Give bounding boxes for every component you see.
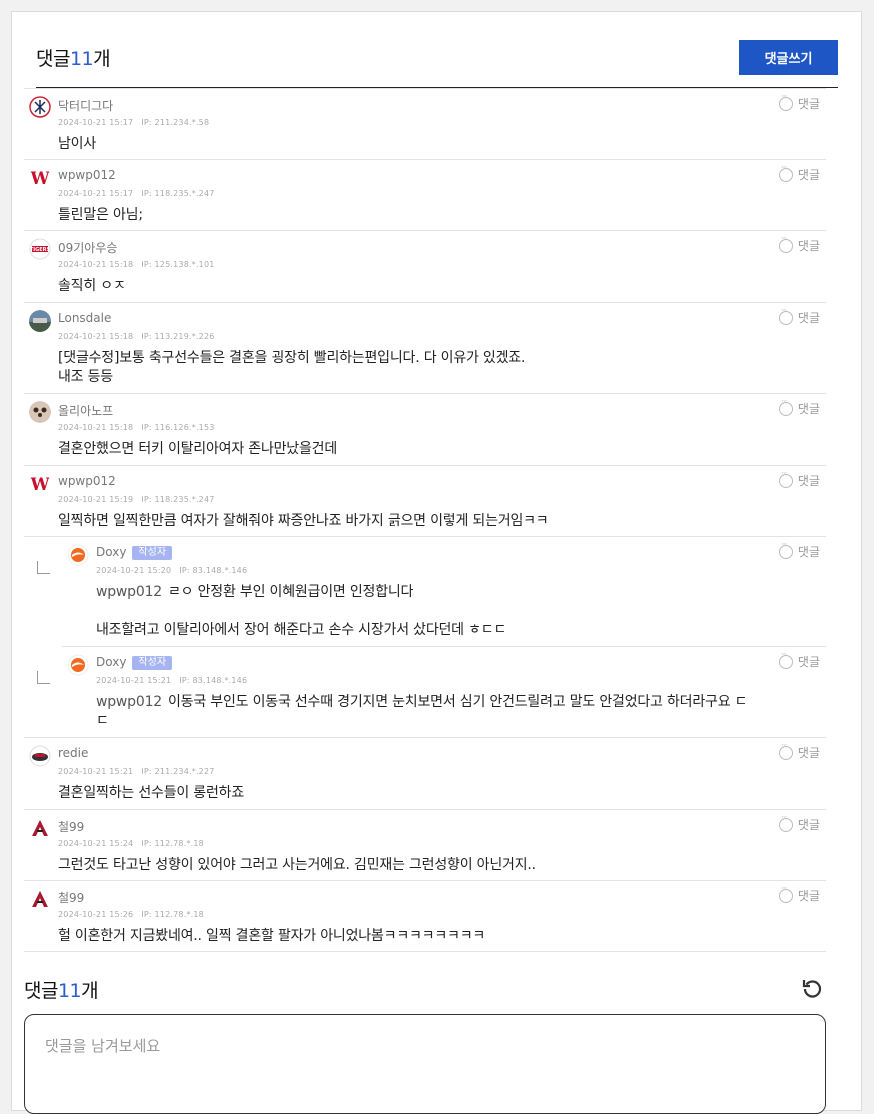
refresh-icon[interactable] — [800, 976, 824, 1000]
comment-count: 11 — [69, 48, 94, 70]
comment-item: W wpwp012 2024-10-21 15:19 IP: 118.235.*.… — [24, 465, 826, 536]
comment-meta: 2024-10-21 15:24 IP: 112.78.*.18 — [58, 839, 204, 848]
comment-author[interactable]: wpwp012 — [58, 168, 116, 182]
title-suffix: 개 — [93, 48, 111, 70]
comment-list: 닥터디그다 2024-10-21 15:17 IP: 211.234.*.58 남… — [24, 88, 826, 952]
chat-bubble-icon — [778, 813, 793, 832]
comment-item: redie 2024-10-21 15:21 IP: 211.234.*.227 … — [24, 737, 826, 809]
reply-arrow-icon — [37, 671, 50, 684]
chat-bubble-icon — [778, 884, 793, 903]
comment-meta: 2024-10-21 15:20 IP: 83.148.*.146 — [96, 566, 248, 575]
comment-text: 결혼안했으면 터키 이탈리아여자 존나만났을건데 — [58, 441, 338, 457]
yankees-logo-icon — [29, 96, 51, 118]
panda-avatar-icon — [29, 401, 51, 423]
write-comment-button[interactable]: 댓글쓰기 — [739, 40, 838, 75]
comment-title: 댓글11개 — [36, 44, 111, 71]
comment-item: 닥터디그다 2024-10-21 15:17 IP: 211.234.*.58 남… — [24, 88, 826, 159]
swirl-logo-icon — [67, 654, 89, 676]
comment-meta: 2024-10-21 15:18 IP: 125.138.*.101 — [58, 260, 215, 269]
reply-button[interactable]: 댓글 — [778, 163, 820, 183]
comment-meta: 2024-10-21 15:18 IP: 116.126.*.153 — [58, 423, 215, 432]
racecar-avatar-icon — [29, 745, 51, 767]
reply-button[interactable]: 댓글 — [778, 306, 820, 326]
comment-item: TIGERS 09기아우승 2024-10-21 15:18 IP: 125.13… — [24, 230, 826, 302]
comment-meta: 2024-10-21 15:18 IP: 113.219.*.226 — [58, 332, 215, 341]
comment-item: 철99 2024-10-21 15:26 IP: 112.78.*.18 헐 이혼… — [24, 880, 826, 952]
reply-button[interactable]: 댓글 — [778, 397, 820, 417]
chat-bubble-icon — [778, 540, 793, 559]
comment-author[interactable]: 철99 — [58, 889, 84, 906]
author-badge: 작성자 — [132, 546, 173, 560]
comment-item: Lonsdale 2024-10-21 15:18 IP: 113.219.*.2… — [24, 302, 826, 393]
reply-item: Doxy 작성자 2024-10-21 15:20 IP: 83.148.*.146… — [62, 537, 826, 646]
chat-bubble-icon — [778, 163, 793, 182]
svg-text:W: W — [29, 475, 50, 495]
comment-header: 댓글11개 댓글쓰기 — [36, 40, 838, 88]
chat-bubble-icon — [778, 306, 793, 325]
chat-bubble-icon — [778, 397, 793, 416]
svg-text:W: W — [29, 169, 50, 189]
comment-text: 남이사 — [58, 136, 97, 152]
comment-text: 솔직히 ㅇㅈ — [58, 278, 126, 294]
comment-text: wpwp012 ㄹㅇ 안정환 부인 이혜원급이면 인정합니다 내조할려고 이탈리아… — [96, 584, 507, 638]
comment-author[interactable]: 올리아노프 — [58, 402, 113, 419]
reply-button[interactable]: 댓글 — [778, 540, 820, 560]
comment-author[interactable]: Doxy 작성자 — [96, 655, 173, 670]
mention-link[interactable]: wpwp012 — [96, 694, 162, 710]
comment-text: 일찍하면 일찍한만큼 여자가 잘해줘야 짜증안나죠 바가지 긁으면 이렇게 되는… — [58, 513, 549, 529]
comment-text: 틀린말은 아님; — [58, 207, 143, 223]
reply-arrow-icon — [37, 561, 50, 574]
comment-text: wpwp012 이동국 부인도 이동국 선수때 경기지면 눈치보면서 심기 안건드… — [96, 694, 748, 729]
comment-meta: 2024-10-21 15:17 IP: 211.234.*.58 — [58, 118, 210, 127]
reply-group: Doxy 작성자 2024-10-21 15:20 IP: 83.148.*.146… — [24, 536, 826, 737]
mention-link[interactable]: wpwp012 — [96, 584, 162, 600]
comment-author[interactable]: 철99 — [58, 818, 84, 835]
stadium-photo-icon — [29, 310, 51, 332]
comment-meta: 2024-10-21 15:21 IP: 83.148.*.146 — [96, 676, 248, 685]
chat-bubble-icon — [778, 650, 793, 669]
comment-meta: 2024-10-21 15:17 IP: 118.235.*.247 — [58, 189, 215, 198]
tigers-logo-icon: TIGERS — [29, 238, 51, 260]
diamondbacks-logo-icon — [29, 888, 51, 910]
reply-button[interactable]: 댓글 — [778, 813, 820, 833]
reply-button[interactable]: 댓글 — [778, 650, 820, 670]
comment-item: 올리아노프 2024-10-21 15:18 IP: 116.126.*.153 … — [24, 393, 826, 465]
comment-item: 철99 2024-10-21 15:24 IP: 112.78.*.18 그런것도… — [24, 809, 826, 880]
comment-footer-title: 댓글11개 — [24, 980, 99, 1002]
comment-meta: 2024-10-21 15:26 IP: 112.78.*.18 — [58, 910, 204, 919]
svg-text:TIGERS: TIGERS — [30, 247, 51, 253]
comment-text: 결혼일찍하는 선수들이 롱런하죠 — [58, 785, 245, 801]
chat-bubble-icon — [778, 92, 793, 111]
nationals-logo-icon: W — [29, 167, 51, 189]
reply-button[interactable]: 댓글 — [778, 741, 820, 761]
comment-meta: 2024-10-21 15:19 IP: 118.235.*.247 — [58, 495, 215, 504]
chat-bubble-icon — [778, 741, 793, 760]
footer-comment-count: 11 — [57, 980, 82, 1002]
author-badge: 작성자 — [132, 656, 173, 670]
reply-item: Doxy 작성자 2024-10-21 15:21 IP: 83.148.*.146… — [62, 646, 826, 737]
comment-meta: 2024-10-21 15:21 IP: 211.234.*.227 — [58, 767, 215, 776]
reply-button[interactable]: 댓글 — [778, 884, 820, 904]
comment-input[interactable] — [24, 1014, 826, 1114]
nationals-logo-icon: W — [29, 473, 51, 495]
comment-text: 헐 이혼한거 지금봤네여.. 일찍 결혼할 팔자가 아니었나봄ㅋㅋㅋㅋㅋㅋㅋㅋ — [58, 928, 486, 944]
comment-text: [댓글수정]보통 축구선수들은 결혼을 굉장히 빨리하는편입니다. 다 이유가 … — [58, 350, 526, 385]
comment-author[interactable]: Doxy 작성자 — [96, 545, 173, 560]
diamondbacks-logo-icon — [29, 817, 51, 839]
reply-button[interactable]: 댓글 — [778, 469, 820, 489]
comment-author[interactable]: Lonsdale — [58, 311, 111, 325]
reply-button[interactable]: 댓글 — [778, 234, 820, 254]
comment-item: W wpwp012 2024-10-21 15:17 IP: 118.235.*.… — [24, 159, 826, 230]
comment-author[interactable]: 09기아우승 — [58, 239, 117, 256]
comment-author[interactable]: 닥터디그다 — [58, 97, 113, 114]
comment-author[interactable]: redie — [58, 746, 88, 760]
chat-bubble-icon — [778, 469, 793, 488]
chat-bubble-icon — [778, 234, 793, 253]
comment-author[interactable]: wpwp012 — [58, 474, 116, 488]
comment-text: 그런것도 타고난 성향이 있어야 그러고 사는거에요. 김민재는 그런성향이 아… — [58, 857, 536, 873]
reply-button[interactable]: 댓글 — [778, 92, 820, 112]
title-prefix: 댓글 — [36, 48, 70, 70]
swirl-logo-icon — [67, 544, 89, 566]
